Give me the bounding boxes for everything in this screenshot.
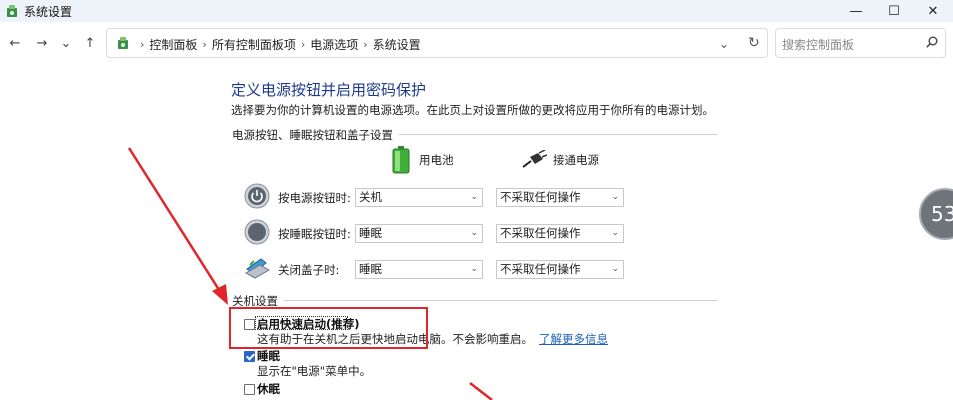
lid-battery-select[interactable]: 睡眠 ⌄	[355, 260, 483, 279]
power-plug-icon	[522, 150, 547, 168]
chevron-down-icon: ⌄	[470, 192, 478, 202]
chevron-down-icon: ⌄	[611, 264, 619, 274]
annotation-arrow	[127, 147, 223, 294]
chevron-down-icon: ⌄	[611, 192, 619, 202]
hibernate-option-label[interactable]: 休眠	[257, 381, 280, 397]
laptop-lid-icon	[244, 258, 270, 279]
navigation-bar: ← → ⌄ ↑ › 控制面板 › 所有控制面板项 › 电源选项 › 系统设置 ⌄…	[0, 22, 953, 64]
learn-more-link[interactable]: 了解更多信息	[539, 332, 608, 346]
forward-button[interactable]: →	[33, 35, 51, 51]
battery-column-label: 用电池	[419, 153, 454, 167]
chevron-down-icon: ⌄	[470, 228, 478, 238]
power-button-battery-select[interactable]: 关机 ⌄	[355, 188, 483, 207]
title-bar: 系统设置 — ☐ ✕	[0, 0, 953, 22]
power-button-icon	[244, 183, 270, 209]
search-placeholder: 搜索控制面板	[782, 38, 855, 52]
sleep-button-battery-select[interactable]: 睡眠 ⌄	[355, 224, 483, 243]
back-button[interactable]: ←	[6, 35, 24, 51]
sleep-button-row-label: 按睡眠按钮时:	[278, 227, 351, 241]
plugged-in-column-label: 接通电源	[553, 153, 599, 167]
address-bar[interactable]: › 控制面板 › 所有控制面板项 › 电源选项 › 系统设置 ⌄ ↻	[106, 28, 768, 58]
up-button[interactable]: ↑	[81, 35, 99, 51]
sleep-checkbox[interactable]	[244, 351, 255, 362]
maximize-button[interactable]: ☐	[874, 0, 914, 22]
recent-locations-button[interactable]: ⌄	[57, 35, 75, 51]
power-button-group-label: 电源按钮、睡眠按钮和盖子设置	[232, 127, 399, 143]
breadcrumb-item-control-panel[interactable]: 控制面板	[149, 36, 197, 53]
sleep-button-battery-value: 睡眠	[359, 226, 382, 240]
search-box[interactable]: 搜索控制面板	[775, 28, 946, 58]
battery-icon	[392, 146, 410, 174]
lid-row-label: 关闭盖子时:	[278, 263, 340, 277]
floating-progress-badge[interactable]: 53	[919, 188, 953, 240]
page-description: 选择要为你的计算机设置的电源选项。在此页上对设置所做的更改将应用于你所有的电源计…	[231, 103, 714, 117]
chevron-down-icon: ⌄	[611, 228, 619, 238]
window-title: 系统设置	[24, 5, 73, 19]
hibernate-checkbox[interactable]	[244, 384, 255, 395]
lid-plugged-select[interactable]: 不采取任何操作 ⌄	[496, 260, 624, 279]
breadcrumb-item-system-settings[interactable]: 系统设置	[373, 36, 421, 53]
breadcrumb-separator: ›	[202, 38, 207, 51]
breadcrumb-item-all-items[interactable]: 所有控制面板项	[212, 36, 296, 53]
battery-column-header: 用电池	[391, 146, 454, 174]
sleep-button-plugged-value: 不采取任何操作	[500, 226, 581, 240]
control-panel-icon	[118, 37, 128, 49]
close-button[interactable]: ✕	[913, 0, 953, 22]
annotation-arrow	[469, 382, 493, 400]
sleep-option-description: 显示在"电源"菜单中。	[257, 364, 372, 378]
power-button-plugged-value: 不采取任何操作	[500, 190, 581, 204]
power-button-plugged-select[interactable]: 不采取任何操作 ⌄	[496, 188, 624, 207]
control-panel-icon	[7, 5, 17, 17]
refresh-button[interactable]: ↻	[748, 35, 760, 51]
annotation-highlight-box	[229, 307, 428, 349]
power-button-row-label: 按电源按钮时:	[278, 191, 351, 205]
annotation-arrowhead	[212, 284, 228, 305]
breadcrumb: › 控制面板 › 所有控制面板项 › 电源选项 › 系统设置	[135, 36, 421, 53]
divider	[235, 300, 717, 301]
search-icon[interactable]	[925, 35, 939, 49]
minimize-button[interactable]: —	[836, 0, 876, 22]
address-dropdown-button[interactable]: ⌄	[719, 37, 729, 51]
page-title: 定义电源按钮并启用密码保护	[231, 81, 427, 99]
sleep-button-icon	[244, 219, 270, 245]
plugged-in-column-header: 接通电源	[521, 150, 599, 170]
lid-battery-value: 睡眠	[359, 262, 382, 276]
lid-plugged-value: 不采取任何操作	[500, 262, 581, 276]
breadcrumb-separator: ›	[363, 38, 368, 51]
breadcrumb-separator: ›	[140, 38, 145, 51]
sleep-button-plugged-select[interactable]: 不采取任何操作 ⌄	[496, 224, 624, 243]
breadcrumb-item-power-options[interactable]: 电源选项	[310, 36, 358, 53]
sleep-option-label[interactable]: 睡眠	[257, 348, 280, 364]
breadcrumb-separator: ›	[300, 38, 306, 51]
power-button-battery-value: 关机	[359, 190, 382, 204]
chevron-down-icon: ⌄	[470, 264, 478, 274]
